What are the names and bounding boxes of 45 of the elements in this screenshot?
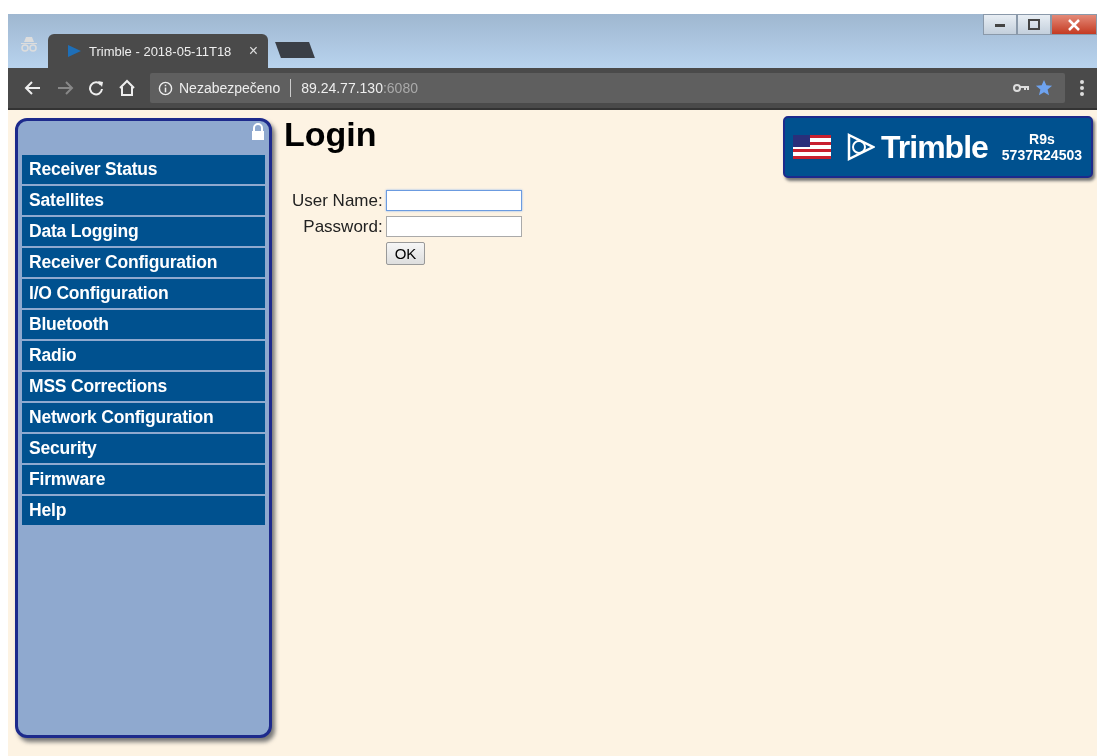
nav-link[interactable]: MSS Corrections [22,372,265,401]
brand-name: Trimble [881,128,988,166]
back-icon[interactable] [24,80,42,96]
browser-tab[interactable]: Trimble - 2018-05-11T18 × [48,34,268,68]
nav-link[interactable]: Security [22,434,265,463]
flag-icon [793,135,831,159]
new-tab-button[interactable] [275,42,315,58]
nav-link[interactable]: Network Configuration [22,403,265,432]
tab-title: Trimble - 2018-05-11T18 [89,43,233,59]
reload-icon[interactable] [88,80,104,96]
nav-link[interactable]: Data Logging [22,217,265,246]
nav-link[interactable]: Receiver Configuration [22,248,265,277]
url-text: 89.24.77.130:6080 [301,80,418,96]
input-field[interactable] [385,216,522,237]
key-icon[interactable] [1013,83,1029,93]
address-bar[interactable]: Nezabezpečeno 89.24.77.130:6080 [150,73,1065,103]
ok-button[interactable]: OK [385,242,426,265]
nav-link[interactable]: Firmware [22,465,265,494]
favicon-icon [66,43,82,59]
incognito-icon [20,36,38,52]
field-label: User Name: [292,190,383,211]
nav-link[interactable]: Help [22,496,265,525]
nav-link[interactable]: Receiver Status [22,155,265,184]
model-name: R9s [1029,131,1055,147]
info-icon [158,80,173,96]
maximize-button[interactable] [1017,14,1051,35]
nav-link[interactable]: Radio [22,341,265,370]
logo-icon [845,132,875,162]
forward-icon[interactable] [56,80,74,96]
serial-number: 5737R24503 [1001,147,1082,163]
minimize-button[interactable] [983,14,1017,35]
field-label: Password: [302,216,383,237]
close-window-button[interactable] [1051,14,1097,35]
maximize-icon [1027,18,1041,31]
page-title: Login [284,115,378,154]
nav-link[interactable]: Satellites [22,186,265,215]
close-tab-button[interactable]: × [248,42,258,60]
home-icon[interactable] [118,79,136,97]
input-field[interactable] [385,190,522,211]
close-icon [1067,18,1081,31]
security-label: Nezabezpečeno [179,80,281,96]
nav-link[interactable]: I/O Configuration [22,279,265,308]
nav-link[interactable]: Bluetooth [22,310,265,339]
menu-icon[interactable] [1079,79,1085,97]
star-icon[interactable] [1035,79,1053,97]
